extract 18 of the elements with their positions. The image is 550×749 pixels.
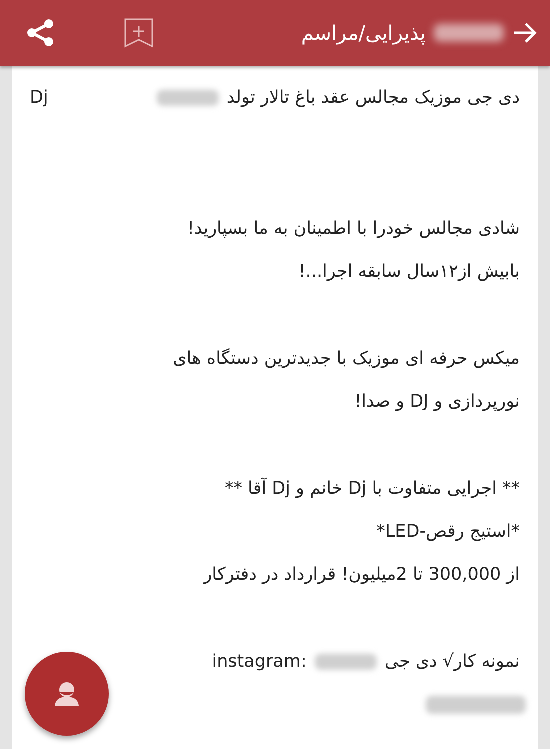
post-text: نمونه کار√ دی جی (384, 652, 520, 672)
share-icon[interactable] (26, 19, 56, 47)
forward-arrow-icon[interactable] (512, 22, 538, 44)
post-text: دی جی موزیک مجالس عقد باغ تالار تولد (226, 88, 520, 108)
post-text: شادی مجالس خودرا با اطمینان به ما بسپارید! (188, 218, 520, 238)
person-icon (53, 682, 81, 706)
post-text: بابیش از۱۲سال سابقه اجرا...! (298, 262, 520, 282)
blurred-text (314, 654, 377, 670)
post-text: نورپردازی و DJ و صدا! (354, 392, 520, 412)
post-text: Dj (30, 88, 48, 108)
post-text: از 300,000 تا 2میلیون! قرارداد در دفترکار (204, 564, 520, 584)
post-text: ** اجرایی متفاوت با Dj خانم و Dj آقا ** (224, 478, 520, 498)
bookmark-add-icon[interactable] (124, 18, 154, 48)
post-text: instagram: (212, 652, 307, 672)
post-text: *استیج رقص-LED* (376, 522, 520, 542)
post-text: میکس حرفه ای موزیک با جدیدترین دستگاه های (173, 348, 520, 368)
blurred-text (156, 90, 219, 106)
page-title: پذیرایی/مراسم (301, 21, 426, 45)
